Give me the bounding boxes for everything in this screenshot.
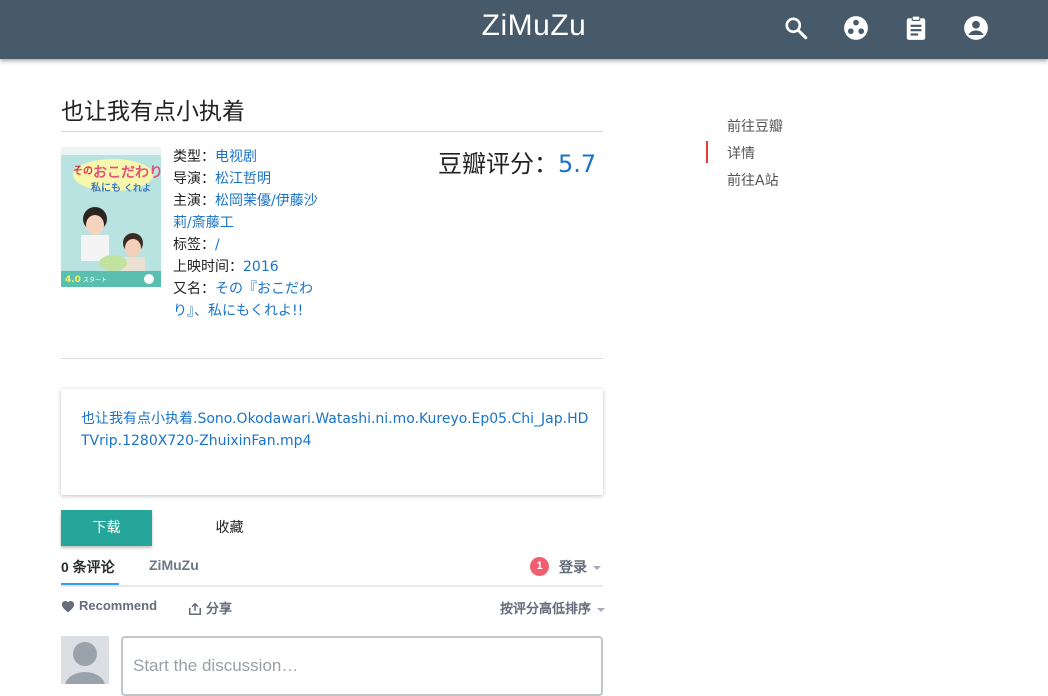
login-menu[interactable]: 登录 — [559, 557, 601, 577]
brand-logo[interactable]: ZiMuZu — [0, 9, 1048, 43]
poster-image: その おこだわり 私にも くれよ 4.0 スタート — [61, 147, 161, 287]
favorite-button[interactable]: 收藏 — [184, 510, 275, 546]
title-divider — [61, 131, 603, 132]
login-label: 登录 — [559, 560, 587, 576]
movie-info: 类型：电视剧 导演：松江哲明 主演：松岡茉優/伊藤沙莉/斎藤工 标签：/ 上映时… — [173, 146, 333, 322]
recommend-button[interactable]: Recommend — [61, 598, 157, 613]
svg-text:スタート: スタート — [83, 276, 107, 284]
rating-score: 5.7 — [558, 150, 597, 178]
chevron-down-icon — [597, 607, 606, 612]
director-value[interactable]: 松江哲明 — [215, 171, 271, 187]
cast-label: 主演： — [173, 193, 215, 209]
heart-icon — [61, 600, 75, 613]
sort-menu[interactable]: 按评分高低排序 — [500, 598, 606, 617]
tags-value[interactable]: / — [215, 237, 220, 253]
douban-rating: 豆瓣评分：5.7 — [438, 144, 596, 179]
director-label: 导演： — [173, 171, 215, 187]
notification-badge[interactable]: 1 — [530, 557, 549, 576]
tab-comments[interactable]: 0 条评论 — [61, 557, 115, 577]
avatar — [61, 636, 109, 684]
account-icon[interactable] — [963, 15, 989, 41]
file-card: 也让我有点小执着.Sono.Okodawari.Watashi.ni.mo.Ku… — [61, 389, 603, 495]
type-value[interactable]: 电视剧 — [215, 149, 257, 165]
clipboard-icon[interactable] — [903, 15, 929, 41]
share-button[interactable]: 分享 — [188, 598, 232, 617]
discussion-divider — [61, 585, 603, 587]
top-navbar: ZiMuZu — [0, 0, 1048, 59]
toc-item-details[interactable]: 详情 — [727, 143, 755, 163]
sort-label: 按评分高低排序 — [500, 602, 592, 617]
search-icon[interactable] — [783, 15, 809, 41]
svg-text:おこだわり: おこだわり — [93, 165, 161, 181]
recommend-label: Recommend — [79, 598, 158, 613]
page-title: 也让我有点小执着 — [61, 99, 245, 125]
svg-text:4.0: 4.0 — [65, 275, 81, 285]
svg-text:私にも: 私にも — [90, 181, 121, 194]
svg-text:くれよ: くれよ — [124, 183, 151, 194]
comment-input[interactable] — [121, 636, 603, 696]
download-button[interactable]: 下载 — [61, 510, 152, 546]
file-link[interactable]: 也让我有点小执着.Sono.Okodawari.Watashi.ni.mo.Ku… — [81, 408, 596, 452]
info-divider — [61, 358, 603, 359]
svg-text:その: その — [73, 165, 93, 177]
alias-label: 又名： — [173, 281, 215, 297]
community-icon[interactable] — [843, 15, 869, 41]
share-label: 分享 — [206, 602, 233, 617]
type-label: 类型： — [173, 149, 215, 165]
toc-item-acfun[interactable]: 前往A站 — [727, 170, 779, 190]
tags-label: 标签： — [173, 237, 215, 253]
tab-site[interactable]: ZiMuZu — [149, 557, 199, 573]
toc-active-marker — [706, 141, 708, 163]
chevron-down-icon — [593, 566, 601, 570]
share-icon — [188, 602, 202, 616]
release-label: 上映时间： — [173, 259, 243, 275]
release-value[interactable]: 2016 — [243, 259, 279, 275]
rating-label: 豆瓣评分： — [438, 150, 558, 178]
toc-item-douban[interactable]: 前往豆瓣 — [727, 116, 783, 136]
